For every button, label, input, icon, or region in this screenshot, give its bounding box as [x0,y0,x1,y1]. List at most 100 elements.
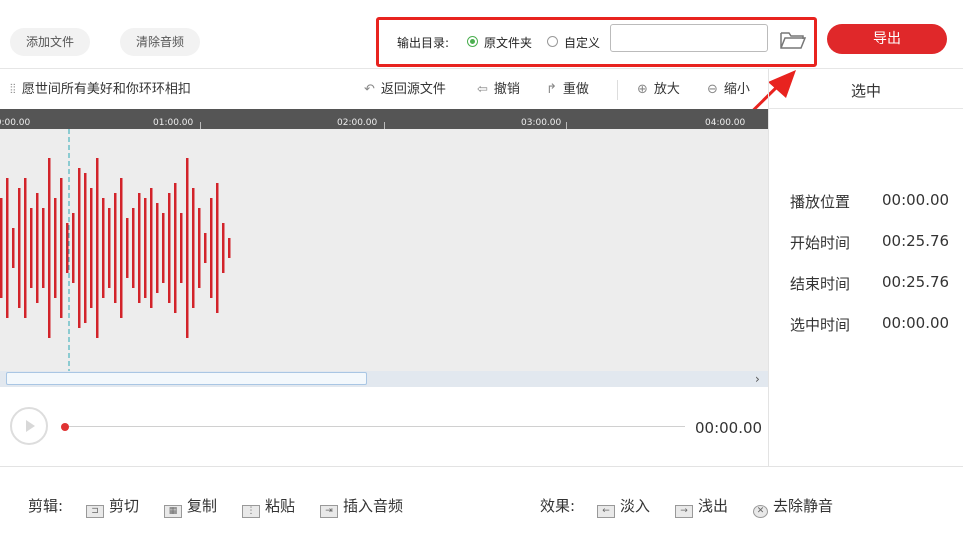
paste-icon: ⋮ [242,505,260,518]
remove-silence-button[interactable]: ✕ 去除静音 [753,496,833,518]
cut-label: 剪切 [109,497,140,515]
ruler-tick-label: 00:00.00 [0,118,31,128]
ruler-tick-label: 02:00.00 [337,118,378,128]
waveform-bar [0,198,3,298]
ruler-tick [200,122,201,129]
effects-label: 效果: [540,497,576,515]
playback-progress-track[interactable] [63,426,685,427]
redo-button[interactable]: ↱ 重做 [546,80,589,100]
info-value: 00:00.00 [882,314,950,332]
play-button[interactable] [10,407,48,445]
waveform-bar [216,183,219,313]
track-title-text: 愿世间所有美好和你环环相扣 [21,82,191,97]
fade-in-button[interactable]: ← 淡入 [597,496,651,518]
info-label: 选中时间 [790,316,851,334]
panel-header-divider [769,108,963,109]
cut-icon: ⊐ [86,505,104,518]
insert-audio-button[interactable]: ⇥ 插入音频 [320,496,404,518]
ruler-tick [384,122,385,129]
redo-label: 重做 [562,82,589,97]
add-file-button[interactable]: 添加文件 [10,28,90,56]
waveform-bar [150,188,153,308]
info-label: 开始时间 [790,234,851,252]
waveform-bar [24,178,27,318]
waveform-bar [72,213,75,283]
ruler-tick-label: 03:00.00 [521,118,562,128]
waveform-bar [162,213,165,283]
waveform-bar [90,188,93,308]
undo-button[interactable]: ⇦ 撤销 [477,80,520,100]
waveform-bar [114,193,117,303]
waveform-icon: ⦙⦙ [10,82,16,97]
return-icon: ↶ [364,82,375,97]
back-to-source-label: 返回源文件 [380,82,446,97]
waveform-bar [78,168,81,328]
bottom-divider [0,466,963,467]
waveform-bar [60,178,63,318]
waveform-bar [54,198,57,298]
output-directory-input[interactable] [610,24,768,52]
cut-button[interactable]: ⊐ 剪切 [86,496,140,518]
redo-icon: ↱ [546,82,557,97]
waveform-bar [84,173,87,323]
waveform-bar [36,193,39,303]
waveform-bar [144,198,147,298]
export-button[interactable]: 导出 [827,24,947,54]
waveform-bar [102,198,105,298]
waveform-bar [228,238,231,258]
fade-in-icon: ← [597,505,615,518]
playback-progress-handle[interactable] [61,423,69,431]
waveform-bar [138,193,141,303]
clear-audio-button[interactable]: 清除音频 [120,28,200,56]
panel-title: 选中 [850,82,881,100]
insert-audio-label: 插入音频 [343,497,404,515]
waveform-bar [210,198,213,298]
waveform-bar [96,158,99,338]
zoom-out-label: 缩小 [723,82,750,97]
chevron-right-icon[interactable]: › [755,372,760,386]
waveform-bar [132,208,135,288]
fade-out-icon: → [675,505,693,518]
waveform-bar [222,223,225,273]
copy-icon: ▦ [164,505,182,518]
mute-icon: ✕ [753,505,768,518]
fade-in-label: 淡入 [620,497,651,515]
undo-icon: ⇦ [477,82,488,97]
radio-custom-label: 自定义 [564,36,601,50]
radio-source-label: 原文件夹 [484,36,533,50]
waveform [0,129,231,371]
paste-button[interactable]: ⋮ 粘贴 [242,496,296,518]
waveform-bar [18,188,21,308]
waveform-bar [156,203,159,293]
zoom-out-button[interactable]: ⊖ 缩小 [707,80,750,100]
waveform-bar [120,178,123,318]
back-to-source-button[interactable]: ↶ 返回源文件 [364,80,446,100]
waveform-bar [108,208,111,288]
scrollbar-thumb[interactable] [6,372,367,385]
zoom-out-icon: ⊖ [707,82,718,97]
copy-label: 复制 [187,497,218,515]
ruler-tick-label: 04:00.00 [705,118,746,128]
waveform-bar [192,188,195,308]
paste-label: 粘贴 [265,497,296,515]
radio-unselected-icon[interactable] [547,36,558,47]
info-value: 00:00.00 [882,191,950,209]
waveform-bar [126,218,129,278]
info-value: 00:25.76 [882,273,950,291]
folder-open-icon[interactable] [779,29,807,51]
waveform-bar [168,193,171,303]
waveform-bar [30,208,33,288]
waveform-bar [174,183,177,313]
waveform-bar [6,178,9,318]
waveform-bar [180,213,183,283]
fade-out-button[interactable]: → 浅出 [675,496,728,518]
radio-selected-icon[interactable] [467,36,478,47]
copy-button[interactable]: ▦ 复制 [164,496,218,518]
zoom-in-icon: ⊕ [637,82,648,97]
undo-label: 撤销 [493,82,520,97]
playback-time: 00:00.00 [695,419,763,437]
zoom-in-button[interactable]: ⊕ 放大 [637,80,680,100]
waveform-area[interactable] [0,129,768,371]
waveform-bar [198,208,201,288]
waveform-bar [42,208,45,288]
